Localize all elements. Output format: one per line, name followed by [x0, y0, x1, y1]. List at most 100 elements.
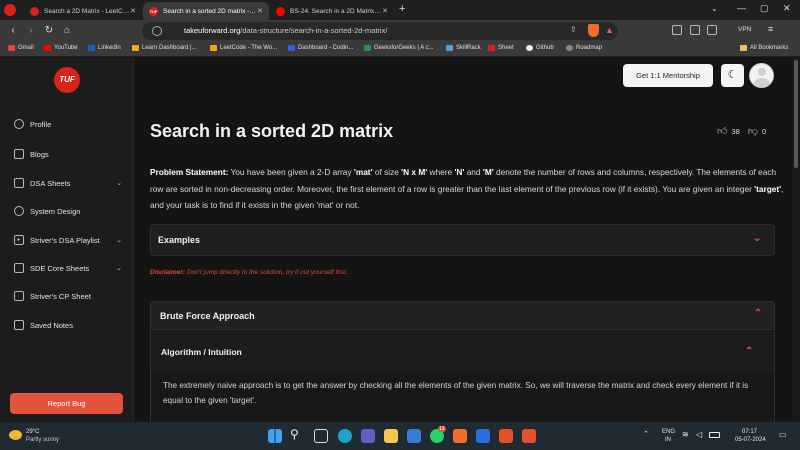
wallet-icon[interactable]	[690, 25, 700, 35]
search-icon[interactable]: ⚲	[290, 427, 299, 441]
close-tab-icon[interactable]: ✕	[130, 7, 136, 15]
sidebar-item-system-design[interactable]: System Design	[14, 204, 122, 218]
clock-time[interactable]: 07:17	[742, 429, 757, 435]
bookmark-geeksforgeeks[interactable]: GeeksforGeeks | A c...	[364, 45, 434, 51]
brute-force-header[interactable]: Brute Force Approach ⌃	[151, 302, 774, 330]
reload-icon[interactable]: ↻	[42, 24, 56, 38]
brave-app-icon-2[interactable]	[522, 429, 536, 443]
sidebar-item-label: Striver's DSA Playlist	[30, 235, 100, 245]
sidebar-item-saved-notes[interactable]: Saved Notes	[14, 318, 122, 332]
minimize-icon[interactable]: —	[737, 3, 746, 13]
back-icon[interactable]: ‹	[6, 24, 20, 38]
bookmark-skillrack[interactable]: SkillRack	[446, 45, 481, 51]
site-info-icon[interactable]	[152, 26, 162, 36]
task-view-icon[interactable]	[314, 429, 328, 443]
mentorship-button[interactable]: Get 1:1 Mentorship	[623, 64, 713, 87]
extensions-icon[interactable]	[672, 25, 682, 35]
examples-panel[interactable]: Examples ⌄	[150, 224, 775, 256]
weather-icon[interactable]	[9, 430, 22, 440]
media-player-icon[interactable]	[407, 429, 421, 443]
bookmark-label: Sheet	[498, 45, 514, 51]
url-domain: takeuforward.org	[184, 26, 241, 35]
bookmark-leetcode[interactable]: LeetCode - The Wo...	[210, 45, 277, 51]
tab-leetcode[interactable]: Search a 2D Matrix - LeetCode ✕	[24, 2, 142, 20]
brave-shield-icon[interactable]	[588, 24, 599, 37]
sidebar-item-cp-sheet[interactable]: Striver's CP Sheet	[14, 289, 122, 303]
notification-badge: 13	[438, 426, 446, 432]
scrollbar-thumb[interactable]	[794, 60, 798, 168]
problem-statement: Problem Statement: You have been given a…	[150, 164, 790, 214]
moon-icon[interactable]: ☾	[721, 64, 744, 87]
like-count: 38	[731, 126, 740, 136]
battery-icon[interactable]	[709, 432, 720, 438]
tray-overflow-icon[interactable]: ⌃	[643, 430, 649, 438]
teams-icon[interactable]	[361, 429, 375, 443]
chevron-up-icon[interactable]: ⌃	[745, 346, 753, 357]
statement-body: You have been given a 2-D array 'mat' of…	[150, 167, 783, 210]
algorithm-header[interactable]: Algorithm / Intuition ⌃	[151, 331, 774, 371]
bookmark-youtube[interactable]: YouTube	[44, 45, 78, 51]
volume-icon[interactable]: ◁	[696, 430, 702, 439]
bookmark-linkedin[interactable]: LinkedIn	[88, 45, 121, 51]
maximize-icon[interactable]: ▢	[760, 3, 769, 14]
tab-search-icon[interactable]: ⌄	[711, 4, 718, 13]
language-eng[interactable]: ENG	[662, 429, 675, 435]
bookmark-learn-dashboard[interactable]: Learn Dashboard |...	[132, 45, 197, 51]
close-tab-icon[interactable]: ✕	[382, 7, 388, 15]
windows-start-icon[interactable]	[268, 429, 282, 443]
thumbs-up-icon[interactable]: 👍︎	[717, 125, 727, 137]
tuf-favicon-icon: TUF	[149, 6, 158, 16]
menu-icon[interactable]: ≡	[768, 24, 773, 34]
bookmark-label: YouTube	[54, 45, 78, 51]
todo-icon[interactable]	[476, 429, 490, 443]
sidebar-item-blogs[interactable]: Blogs	[14, 147, 122, 161]
brave-app-icon[interactable]	[499, 429, 513, 443]
sidebar-item-profile[interactable]: Profile	[14, 117, 122, 131]
file-explorer-icon[interactable]	[384, 429, 398, 443]
bookmark-label: Gmail	[18, 45, 34, 51]
bookmark-roadmap[interactable]: Roadmap	[566, 45, 602, 51]
bookmark-sheet[interactable]: Sheet	[488, 45, 514, 51]
thumbs-down-icon[interactable]: 👎︎	[748, 125, 758, 137]
page-scrollbar[interactable]	[792, 58, 800, 422]
tab-takeuforward[interactable]: TUF Search in a sorted 2D matrix - Ta ✕	[143, 2, 269, 20]
bookmark-codingninjas[interactable]: Dashboard - Codin...	[288, 45, 353, 51]
sidebar-item-sde-core-sheets[interactable]: SDE Core Sheets ⌄	[14, 261, 122, 275]
all-bookmarks[interactable]: All Bookmarks	[740, 45, 788, 51]
sidebar: TUF Profile Blogs DSA Sheets ⌄ System Des…	[0, 58, 134, 422]
edge-icon[interactable]	[338, 429, 352, 443]
home-icon[interactable]: ⌂	[60, 24, 74, 38]
close-window-icon[interactable]: ✕	[783, 3, 791, 14]
share-icon[interactable]: ⇪	[570, 25, 577, 34]
tab-youtube[interactable]: BS-24. Search in a 2D Matrix - I | Bin ✕	[270, 2, 394, 20]
bookmark-github[interactable]: Github	[526, 45, 554, 51]
rewards-icon[interactable]: ▲	[605, 25, 614, 35]
tuf-logo[interactable]: TUF	[54, 67, 80, 93]
notifications-icon[interactable]: ▭	[779, 430, 787, 439]
chevron-up-icon[interactable]: ⌃	[754, 308, 762, 319]
forward-icon[interactable]: ›	[24, 24, 38, 38]
statement-keyword: 'M'	[482, 167, 494, 177]
bookmark-gmail[interactable]: Gmail	[8, 45, 34, 51]
bookmark-label: Github	[536, 45, 554, 51]
browser-profile-icon[interactable]	[4, 4, 16, 16]
sidebar-item-dsa-playlist[interactable]: ▸ Striver's DSA Playlist ⌄	[14, 233, 122, 247]
bookmark-label: Learn Dashboard |...	[142, 45, 197, 51]
tab-title: BS-24. Search in a 2D Matrix - I | Bin	[290, 7, 382, 15]
gfg-icon	[364, 45, 371, 51]
wifi-icon[interactable]: ≋	[682, 430, 689, 439]
vpn-button[interactable]: VPN	[738, 26, 751, 33]
sidebar-item-dsa-sheets[interactable]: DSA Sheets ⌄	[14, 176, 122, 190]
report-bug-button[interactable]: Report Bug	[10, 393, 123, 414]
brave-icon[interactable]	[453, 429, 467, 443]
chevron-down-icon: ⌄	[116, 237, 122, 244]
url-input[interactable]: takeuforward.org/data-structure/search-i…	[142, 22, 618, 40]
avatar[interactable]	[749, 63, 774, 88]
language-in: IN	[665, 437, 671, 443]
gmail-icon	[8, 45, 15, 51]
close-tab-icon[interactable]: ✕	[257, 7, 263, 15]
chevron-down-icon[interactable]: ⌄	[753, 233, 761, 244]
new-tab-icon[interactable]: +	[399, 3, 405, 15]
all-bookmarks-label: All Bookmarks	[750, 45, 789, 51]
sidebar-toggle-icon[interactable]	[707, 25, 717, 35]
